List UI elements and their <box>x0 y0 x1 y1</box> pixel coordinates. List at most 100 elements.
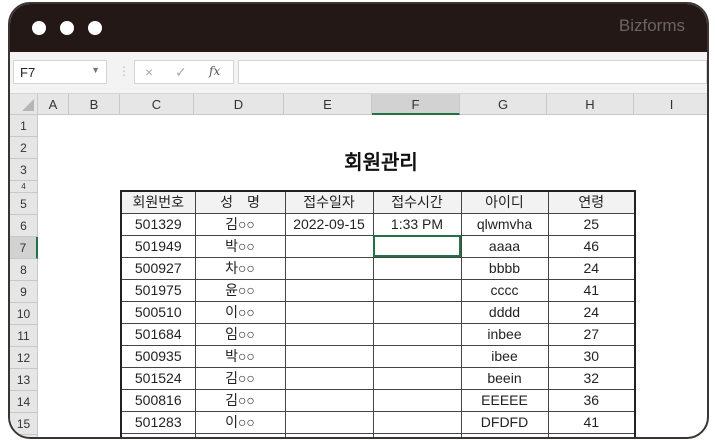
table-cell[interactable]: 윤○○ <box>194 278 286 302</box>
row-header-14[interactable]: 14 <box>10 391 38 413</box>
formula-input[interactable] <box>238 60 707 84</box>
table-cell[interactable]: 27 <box>547 322 636 346</box>
table-cell[interactable]: 24 <box>547 300 636 324</box>
table-cell[interactable]: 36 <box>547 388 636 412</box>
table-cell[interactable]: 김○○ <box>194 366 286 390</box>
table-cell[interactable]: 이○○ <box>194 410 286 434</box>
table-cell[interactable]: 41 <box>547 410 636 434</box>
table-cell[interactable]: 500927 <box>120 256 196 280</box>
table-cell[interactable]: 1:33 PM <box>372 212 462 236</box>
table-cell[interactable]: 25 <box>547 212 636 236</box>
table-cell[interactable] <box>284 432 374 437</box>
table-cell[interactable] <box>284 410 374 434</box>
row-header-13[interactable]: 13 <box>10 369 38 391</box>
name-box[interactable]: F7 ▼ <box>13 60 107 84</box>
table-cell[interactable] <box>284 344 374 368</box>
table-cell[interactable] <box>284 278 374 302</box>
column-header-I[interactable]: I <box>634 94 707 115</box>
column-header-D[interactable]: D <box>194 94 284 115</box>
row-header-5[interactable]: 5 <box>10 193 38 215</box>
row-header-1[interactable]: 1 <box>10 115 38 137</box>
column-header-H[interactable]: H <box>547 94 634 115</box>
table-cell[interactable] <box>372 432 462 437</box>
table-cell[interactable]: 501283 <box>120 410 196 434</box>
table-cell[interactable] <box>372 366 462 390</box>
check-icon[interactable]: ✓ <box>175 64 187 81</box>
table-cell[interactable]: 차○○ <box>194 256 286 280</box>
table-cell[interactable]: dddd <box>460 300 549 324</box>
table-cell[interactable]: 박○○ <box>194 234 286 258</box>
table-cell[interactable]: ibee <box>460 344 549 368</box>
column-header-A[interactable]: A <box>38 94 69 115</box>
table-cell[interactable] <box>460 432 549 437</box>
table-cell[interactable]: 김○○ <box>194 388 286 412</box>
table-cell[interactable]: bbbb <box>460 256 549 280</box>
cancel-icon[interactable]: × <box>145 64 153 80</box>
table-cell[interactable]: 이○○ <box>194 300 286 324</box>
column-header-B[interactable]: B <box>69 94 120 115</box>
row-header-6[interactable]: 6 <box>10 215 38 237</box>
table-cell[interactable]: qlwmvha <box>460 212 549 236</box>
table-cell[interactable]: 500816 <box>120 388 196 412</box>
table-cell[interactable] <box>372 388 462 412</box>
column-header-E[interactable]: E <box>284 94 372 115</box>
table-cell[interactable]: 501684 <box>120 322 196 346</box>
row-header-15[interactable]: 15 <box>10 413 38 435</box>
table-cell[interactable] <box>284 234 374 258</box>
table-cell[interactable] <box>372 322 462 346</box>
table-cell[interactable]: 501975 <box>120 278 196 302</box>
table-cell[interactable] <box>372 256 462 280</box>
table-cell[interactable]: 32 <box>547 366 636 390</box>
row-header-9[interactable]: 9 <box>10 281 38 303</box>
table-cell[interactable]: 임○○ <box>194 322 286 346</box>
table-cell[interactable] <box>372 234 462 258</box>
table-cell[interactable]: inbee <box>460 322 549 346</box>
column-header-G[interactable]: G <box>460 94 547 115</box>
table-cell[interactable]: 박○○ <box>194 344 286 368</box>
table-cell[interactable]: 500935 <box>120 344 196 368</box>
table-cell[interactable] <box>284 256 374 280</box>
table-cell[interactable]: cccc <box>460 278 549 302</box>
table-cell[interactable] <box>120 432 196 437</box>
table-cell[interactable] <box>372 410 462 434</box>
table-cell[interactable]: 2022-09-15 <box>284 212 374 236</box>
row-header-12[interactable]: 12 <box>10 347 38 369</box>
maximize-dot-icon[interactable] <box>88 21 102 35</box>
table-cell[interactable] <box>284 366 374 390</box>
table-cell[interactable] <box>372 278 462 302</box>
table-cell[interactable] <box>372 344 462 368</box>
minimize-dot-icon[interactable] <box>60 21 74 35</box>
table-cell[interactable]: 501524 <box>120 366 196 390</box>
table-cell[interactable]: EEEEE <box>460 388 549 412</box>
chevron-down-icon[interactable]: ▼ <box>91 65 100 75</box>
close-dot-icon[interactable] <box>32 21 46 35</box>
table-cell[interactable]: 501329 <box>120 212 196 236</box>
table-cell[interactable] <box>284 300 374 324</box>
table-cell[interactable]: DFDFD <box>460 410 549 434</box>
table-cell[interactable] <box>284 388 374 412</box>
function-icon[interactable]: fx <box>209 64 220 78</box>
row-header-4[interactable]: 4 <box>10 181 38 193</box>
row-header-2[interactable]: 2 <box>10 137 38 159</box>
row-header-8[interactable]: 8 <box>10 259 38 281</box>
row-header-11[interactable]: 11 <box>10 325 38 347</box>
table-cell[interactable] <box>194 432 286 437</box>
row-header-10[interactable]: 10 <box>10 303 38 325</box>
table-cell[interactable]: 김○○ <box>194 212 286 236</box>
select-all-button[interactable] <box>10 94 38 115</box>
table-cell[interactable]: beein <box>460 366 549 390</box>
row-header-3[interactable]: 3 <box>10 159 38 181</box>
table-cell[interactable]: aaaa <box>460 234 549 258</box>
table-cell[interactable]: 24 <box>547 256 636 280</box>
table-cell[interactable]: 46 <box>547 234 636 258</box>
row-header-7[interactable]: 7 <box>10 237 38 259</box>
table-cell[interactable] <box>372 300 462 324</box>
table-cell[interactable] <box>284 322 374 346</box>
table-cell[interactable]: 501949 <box>120 234 196 258</box>
row-header-partial[interactable] <box>10 435 38 437</box>
table-cell[interactable]: 41 <box>547 278 636 302</box>
table-cell[interactable]: 30 <box>547 344 636 368</box>
table-cell[interactable] <box>547 432 636 437</box>
column-header-F[interactable]: F <box>372 94 460 115</box>
table-cell[interactable]: 500510 <box>120 300 196 324</box>
